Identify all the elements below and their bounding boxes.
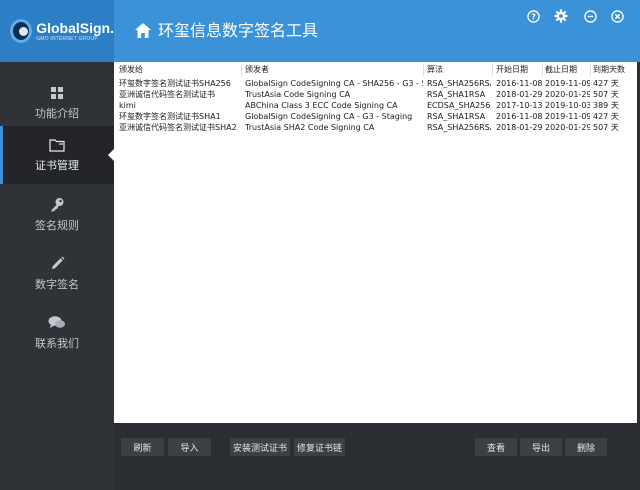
app-title: 环玺信息数字签名工具 <box>158 21 319 40</box>
cell-algorithm: RSA_SHA1RSA <box>427 112 486 121</box>
sidebar-item-features[interactable]: 功能介绍 <box>0 74 114 132</box>
help-icon: ? <box>526 9 540 23</box>
cell-algorithm: RSA_SHA256RSA <box>427 123 491 132</box>
chat-icon <box>48 316 65 328</box>
minimize-icon <box>583 9 597 23</box>
settings-button[interactable] <box>552 7 570 25</box>
column-header-algorithm[interactable]: 算法 <box>427 62 491 78</box>
table-row[interactable]: 环玺数字签名测试证书SHA1 GlobalSign CodeSigning CA… <box>114 111 637 122</box>
pen-icon <box>51 256 64 269</box>
close-icon <box>610 9 624 23</box>
certificate-table: 颁发给 颁发者 算法 开始日期 截止日期 到期天数 环玺数字签名测试证书SHA2… <box>114 62 637 423</box>
view-button[interactable]: 查看 <box>475 438 517 456</box>
repair-cert-chain-button[interactable]: 修复证书链 <box>294 438 345 456</box>
cell-algorithm: RSA_SHA1RSA <box>427 90 486 99</box>
refresh-button[interactable]: 刷新 <box>121 438 164 456</box>
minimize-button[interactable] <box>581 7 599 25</box>
cell-issued-to: 环玺数字签名测试证书SHA1 <box>119 112 221 121</box>
column-header-days-left[interactable]: 到期天数 <box>593 62 637 78</box>
cell-algorithm: RSA_SHA256RSA <box>427 79 491 88</box>
cell-issued-to: kimi <box>119 101 136 110</box>
cell-end-date: 2019-11-09 <box>545 112 590 121</box>
column-header-end-date[interactable]: 截止日期 <box>545 62 590 78</box>
cell-start-date: 2016-11-08 <box>496 79 542 88</box>
help-button[interactable]: ? <box>524 7 542 25</box>
sidebar-item-contact[interactable]: 联系我们 <box>0 304 114 362</box>
sidebar-item-cert-management[interactable]: 证书管理 <box>0 126 114 184</box>
cell-days-left: 389 天 <box>593 101 619 110</box>
cell-algorithm: ECDSA_SHA256 <box>427 101 491 110</box>
cell-end-date: 2020-01-29 <box>545 123 590 132</box>
sidebar: 功能介绍 证书管理 签名规则 数字签名 联系我们 <box>0 62 114 490</box>
install-test-cert-button[interactable]: 安装测试证书 <box>230 438 290 456</box>
sidebar-item-label: 证书管理 <box>35 158 79 172</box>
sidebar-item-label: 联系我们 <box>35 337 79 350</box>
cell-days-left: 427 天 <box>593 79 619 88</box>
cell-start-date: 2016-11-08 <box>496 112 542 121</box>
cell-issuer: ABChina Class 3 ECC Code Signing CA <box>245 101 398 110</box>
column-header-issuer[interactable]: 颁发者 <box>245 62 423 78</box>
cell-end-date: 2019-10-03 <box>545 101 590 110</box>
cell-days-left: 507 天 <box>593 123 619 132</box>
close-button[interactable] <box>608 7 626 25</box>
table-row[interactable]: kimi ABChina Class 3 ECC Code Signing CA… <box>114 100 637 111</box>
cell-end-date: 2020-01-29 <box>545 90 590 99</box>
sidebar-item-digital-sign[interactable]: 数字签名 <box>0 245 114 303</box>
table-header: 颁发给 颁发者 算法 开始日期 截止日期 到期天数 <box>114 62 637 78</box>
brand-logo: GlobalSign. GMO INTERNET GROUP <box>0 0 114 62</box>
cell-start-date: 2017-10-13 <box>496 101 542 110</box>
grid-icon <box>51 86 63 99</box>
cell-issued-to: 环玺数字签名测试证书SHA256 <box>119 79 231 88</box>
table-row[interactable]: 亚洲诚信代码签名测试证书 TrustAsia Code Signing CA R… <box>114 89 637 100</box>
title-bar: 环玺信息数字签名工具 ? <box>114 0 640 62</box>
delete-button[interactable]: 删除 <box>565 438 607 456</box>
brand-subtitle: GMO INTERNET GROUP <box>36 35 98 42</box>
svg-text:?: ? <box>531 12 536 21</box>
cell-issuer: GlobalSign CodeSigning CA - SHA256 - G3 … <box>245 79 423 88</box>
sidebar-item-label: 数字签名 <box>35 278 79 291</box>
sidebar-item-label: 签名规则 <box>35 219 79 232</box>
cell-end-date: 2019-11-09 <box>545 79 590 88</box>
gear-icon <box>554 9 568 23</box>
export-button[interactable]: 导出 <box>520 438 562 456</box>
home-icon <box>135 23 151 38</box>
action-bar: 刷新 导入 安装测试证书 修复证书链 查看 导出 删除 <box>114 423 640 490</box>
cell-days-left: 427 天 <box>593 112 619 121</box>
cell-issuer: GlobalSign CodeSigning CA - G3 - Staging <box>245 112 413 121</box>
cell-issued-to: 亚洲诚信代码签名测试证书 <box>119 90 215 99</box>
table-row[interactable]: 环玺数字签名测试证书SHA256 GlobalSign CodeSigning … <box>114 78 637 89</box>
table-row[interactable]: 亚洲诚信代码签名测试证书SHA2 TrustAsia SHA2 Code Sig… <box>114 122 637 133</box>
column-header-issued-to[interactable]: 颁发给 <box>119 62 240 78</box>
column-header-start-date[interactable]: 开始日期 <box>496 62 542 78</box>
import-button[interactable]: 导入 <box>168 438 211 456</box>
cell-issuer: TrustAsia SHA2 Code Signing CA <box>245 123 375 132</box>
key-icon <box>51 198 63 212</box>
sidebar-item-label: 功能介绍 <box>35 106 79 120</box>
cell-issuer: TrustAsia Code Signing CA <box>245 90 351 99</box>
brand-name: GlobalSign. <box>36 19 114 36</box>
cell-start-date: 2018-01-29 <box>496 90 542 99</box>
globalsign-logo-icon <box>10 19 33 43</box>
cell-start-date: 2018-01-29 <box>496 123 542 132</box>
cell-issued-to: 亚洲诚信代码签名测试证书SHA2 <box>119 123 237 132</box>
sidebar-item-sign-rules[interactable]: 签名规则 <box>0 186 114 244</box>
cell-days-left: 507 天 <box>593 90 619 99</box>
folder-icon <box>49 138 65 152</box>
